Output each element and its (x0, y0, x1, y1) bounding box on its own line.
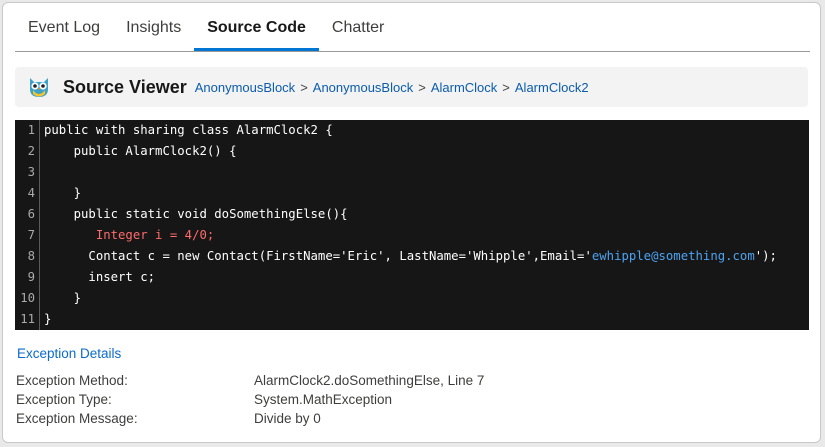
code-text: public with sharing class AlarmClock2 { (44, 120, 333, 141)
line-number: 7 (15, 225, 40, 246)
code-segment: } (44, 186, 82, 200)
breadcrumb-item[interactable]: AnonymousBlock (195, 80, 295, 95)
code-line: 9 insert c; (15, 267, 809, 288)
exception-details-title[interactable]: Exception Details (17, 346, 121, 361)
line-number: 3 (15, 162, 40, 183)
code-email-link[interactable]: ewhipple@something.com (592, 249, 755, 263)
code-segment: public AlarmClock2() { (44, 144, 237, 158)
breadcrumb-item[interactable]: AlarmClock (431, 80, 497, 95)
code-line: 3 (15, 162, 809, 183)
viewer-title: Source Viewer (63, 76, 187, 97)
line-number: 1 (15, 120, 40, 141)
code-segment: public with sharing class AlarmClock2 { (44, 123, 333, 137)
tab-insights[interactable]: Insights (113, 5, 194, 51)
code-line: 8 Contact c = new Contact(FirstName='Eri… (15, 246, 809, 267)
code-text: public AlarmClock2() { (44, 141, 237, 162)
line-number: 9 (15, 267, 40, 288)
tab-chatter[interactable]: Chatter (319, 5, 397, 51)
exception-message-value: Divide by 0 (254, 411, 321, 426)
tab-source-code[interactable]: Source Code (194, 5, 319, 51)
source-viewer-header: Source Viewer AnonymousBlock > Anonymous… (15, 67, 808, 107)
exception-type-label: Exception Type: (16, 392, 112, 407)
exception-type-value: System.MathException (254, 392, 393, 407)
line-number: 6 (15, 204, 40, 225)
code-line: 7 Integer i = 4/0; (15, 225, 809, 246)
code-segment: '); (754, 249, 777, 263)
code-line: 11} (15, 309, 809, 330)
owl-icon (30, 78, 48, 97)
breadcrumb-item[interactable]: AlarmClock2 (515, 80, 589, 95)
tab-event-log[interactable]: Event Log (15, 5, 113, 51)
code-text: } (44, 309, 51, 330)
code-editor[interactable]: 1 public with sharing class AlarmClock2 {… (15, 120, 809, 330)
exception-message-label: Exception Message: (16, 411, 138, 426)
code-line: 1 public with sharing class AlarmClock2 { (15, 120, 809, 141)
line-number: 11 (15, 309, 40, 330)
code-segment: Contact c = new Contact(FirstName='Eric'… (44, 249, 592, 263)
exception-method-label: Exception Method: (16, 373, 128, 388)
code-text: public static void doSomethingElse(){ (44, 204, 348, 225)
code-segment: } (44, 291, 82, 305)
breadcrumb-separator: > (502, 79, 510, 95)
code-segment: insert c; (44, 270, 156, 284)
line-number: 2 (15, 141, 40, 162)
code-line: 6 public static void doSomethingElse(){ (15, 204, 809, 225)
code-text: insert c; (44, 267, 155, 288)
line-number: 4 (15, 183, 40, 204)
code-line: 4 } (15, 183, 809, 204)
code-error-text: Integer i = 4/0; (44, 228, 215, 242)
tab-bar: Event Log Insights Source Code Chatter (15, 3, 810, 52)
line-number: 8 (15, 246, 40, 267)
code-segment: public static void doSomethingElse(){ (44, 207, 348, 221)
exception-method-value: AlarmClock2.doSomethingElse, Line 7 (254, 373, 485, 388)
code-segment: } (44, 312, 52, 326)
line-number: 10 (15, 288, 40, 309)
code-line: 2 public AlarmClock2() { (15, 141, 809, 162)
code-line: 10 } (15, 288, 809, 309)
breadcrumb-separator: > (300, 79, 308, 95)
app-frame: Event Log Insights Source Code Chatter S… (2, 2, 821, 443)
code-text: } (44, 288, 81, 309)
code-text: Integer i = 4/0; (44, 225, 214, 246)
code-text: Contact c = new Contact(FirstName='Eric'… (44, 246, 777, 267)
breadcrumb-separator: > (418, 79, 426, 95)
breadcrumb-item[interactable]: AnonymousBlock (313, 80, 413, 95)
code-text: } (44, 183, 81, 204)
